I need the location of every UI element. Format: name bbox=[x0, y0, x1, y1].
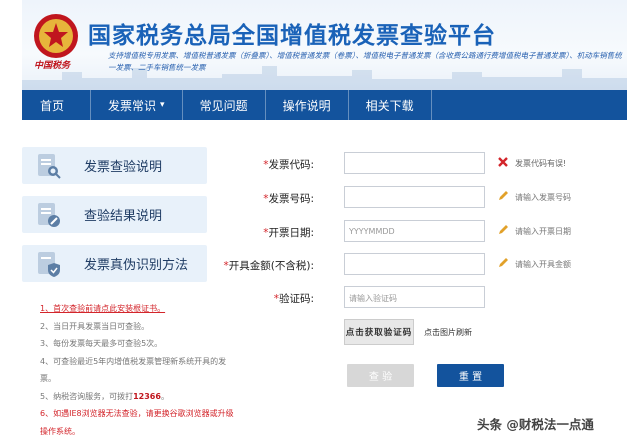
nav-faq[interactable]: 常见问题 bbox=[183, 90, 265, 120]
notes-list: 1、首次查验前请点此安装根证书。 2、当日开具发票当日可查验。 3、每份发票每天… bbox=[40, 300, 240, 440]
issue-date-hint: 请输入开票日期 bbox=[515, 227, 571, 236]
nav-instructions-label: 操作说明 bbox=[282, 98, 331, 113]
pencil-icon bbox=[499, 191, 508, 200]
invoice-number-label: *发票号码: bbox=[263, 191, 314, 206]
note-item: 3、每份发票每天最多可查验5次。 bbox=[40, 339, 163, 348]
nav-downloads[interactable]: 相关下载 bbox=[349, 90, 431, 120]
note-hotline-text: 5、纳税咨询服务，可拨打 bbox=[40, 391, 134, 401]
amount-input[interactable] bbox=[344, 253, 485, 275]
form-row-invoice-code: *发票代码: 发票代码有误! bbox=[0, 152, 640, 176]
main-nav: 首页 发票常识 ▾ 常见问题 操作说明 相关下载 bbox=[22, 90, 627, 120]
emblem-caption: 中国税务 bbox=[34, 61, 71, 71]
watermark-text: 头条 @财税法一点通 bbox=[477, 417, 594, 432]
nav-divider bbox=[430, 90, 432, 120]
invoice-number-hint: 请输入发票号码 bbox=[515, 193, 571, 202]
form-row-amount: *开具金额(不含税): 请输入开具金额 bbox=[0, 253, 640, 277]
invoice-code-label: *发票代码: bbox=[263, 157, 314, 172]
invoice-number-label-text: 发票号码: bbox=[268, 193, 314, 205]
captcha-label-text: 验证码: bbox=[278, 293, 314, 305]
query-button[interactable]: 查 验 bbox=[347, 364, 414, 387]
note-item: 5、纳税咨询服务，可拨打12366。 bbox=[40, 388, 240, 406]
nav-home-label: 首页 bbox=[40, 98, 65, 113]
invoice-number-input[interactable] bbox=[344, 186, 485, 208]
note-period: 。 bbox=[160, 391, 169, 401]
tax-emblem-icon bbox=[34, 14, 78, 58]
supported-invoices-text: 支持增值税专用发票、增值税普通发票（折叠票）、增值税普通发票（卷票）、增值税电子… bbox=[108, 51, 622, 72]
header-banner: 中国税务 国家税务总局全国增值税发票查验平台 支持增值税专用发票、增值税普通发票… bbox=[22, 0, 627, 90]
pencil-icon bbox=[499, 225, 508, 234]
captcha-input[interactable]: 请输入验证码 bbox=[344, 286, 485, 308]
captcha-image[interactable]: 点击获取验证码 bbox=[344, 319, 414, 345]
issue-date-label: *开票日期: bbox=[263, 225, 314, 240]
amount-label: *开具金额(不含税): bbox=[224, 258, 314, 273]
nav-home[interactable]: 首页 bbox=[22, 90, 90, 120]
invoice-code-error: 发票代码有误! bbox=[515, 159, 567, 168]
form-row-invoice-number: *发票号码: 请输入发票号码 bbox=[0, 186, 640, 210]
amount-label-text: 开具金额(不含税): bbox=[228, 260, 314, 272]
pencil-icon bbox=[499, 258, 508, 267]
captcha-refresh-text: 点击图片刷新 bbox=[424, 328, 472, 337]
nav-downloads-label: 相关下载 bbox=[365, 98, 414, 113]
invoice-code-input[interactable] bbox=[344, 152, 485, 174]
issue-date-input[interactable]: YYYYMMDD bbox=[344, 220, 485, 242]
form-row-issue-date: *开票日期: YYYYMMDD 请输入开票日期 bbox=[0, 220, 640, 244]
nav-faq-label: 常见问题 bbox=[199, 98, 248, 113]
captcha-label: *验证码: bbox=[274, 291, 314, 306]
site-title: 国家税务总局全国增值税发票查验平台 bbox=[88, 23, 496, 49]
amount-hint: 请输入开具金额 bbox=[515, 260, 571, 269]
note-item: 4、可查验最近5年内增值税发票管理新系统开具的发票。 bbox=[40, 356, 227, 384]
nav-invoice-knowledge[interactable]: 发票常识 ▾ bbox=[91, 90, 182, 120]
note-item: 2、当日开具发票当日可查验。 bbox=[40, 321, 150, 331]
hotline-number: 12366 bbox=[133, 391, 161, 401]
nav-invoice-knowledge-label: 发票常识 bbox=[108, 98, 157, 113]
form-row-captcha: *验证码: 请输入验证码 bbox=[0, 286, 640, 310]
chevron-down-icon: ▾ bbox=[160, 100, 165, 110]
reset-button[interactable]: 重 置 bbox=[437, 364, 504, 387]
error-x-icon bbox=[498, 157, 508, 167]
nav-instructions[interactable]: 操作说明 bbox=[266, 90, 348, 120]
note-browser-warning: 6、如遇IE8浏览器无法查验，请更换谷歌浏览器或升级操作系统。 bbox=[40, 409, 234, 436]
invoice-code-label-text: 发票代码: bbox=[268, 159, 314, 171]
issue-date-label-text: 开票日期: bbox=[268, 227, 314, 239]
